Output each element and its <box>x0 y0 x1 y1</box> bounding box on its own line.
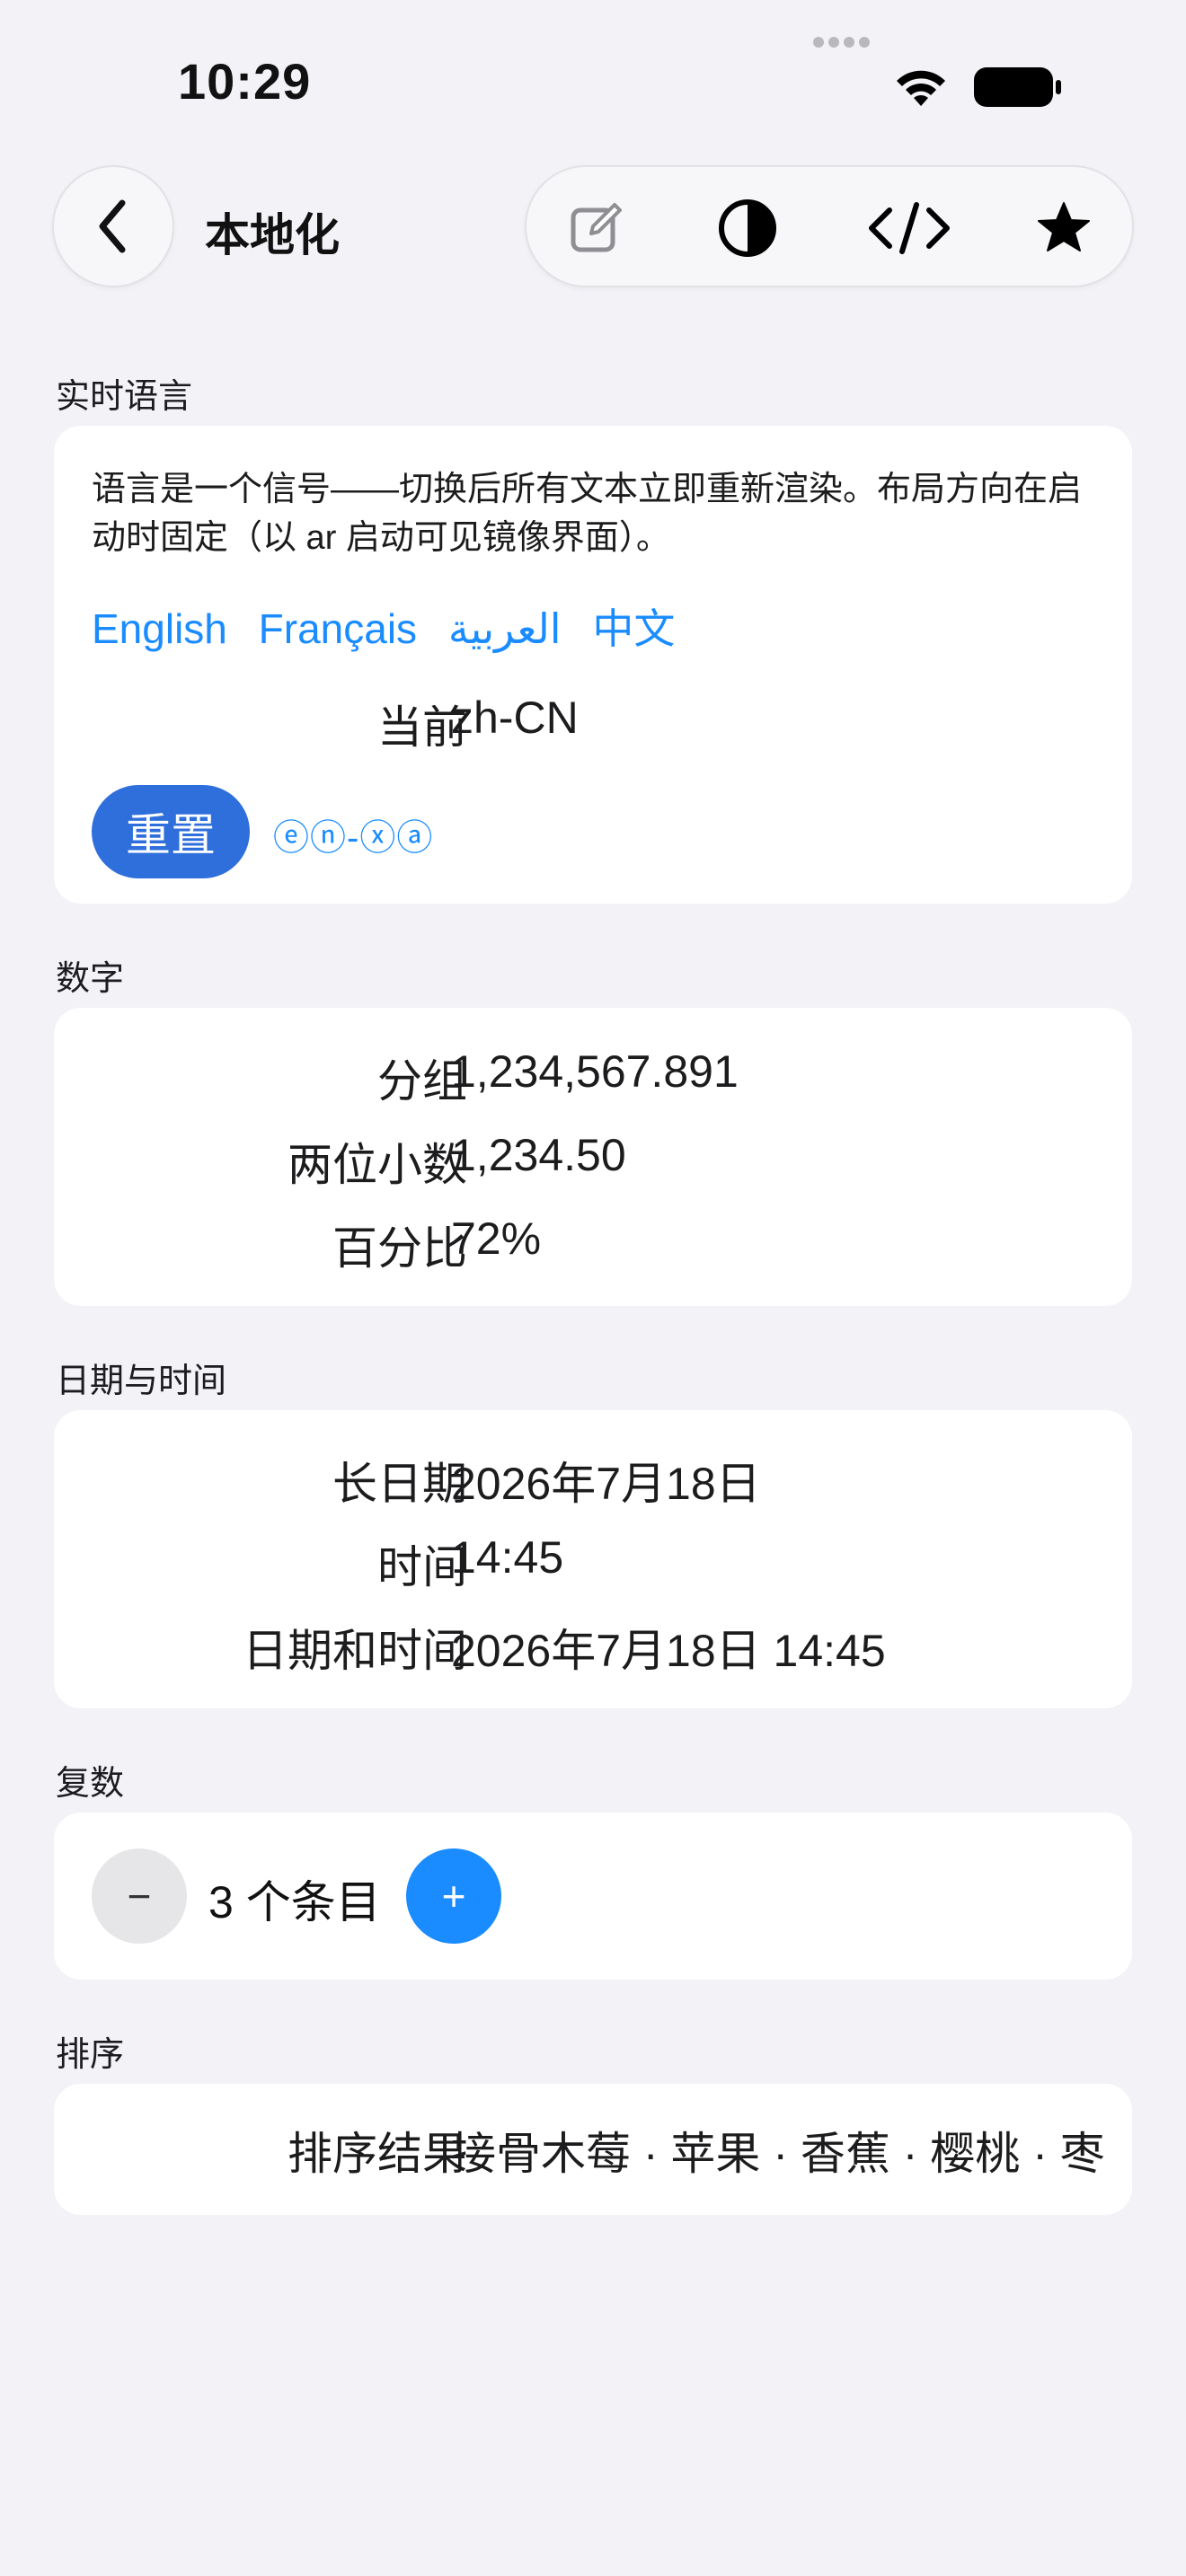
number-row-two-decimals: 两位小数 1,234.50 <box>54 1129 1132 1192</box>
chevron-left-icon <box>99 199 126 253</box>
reset-button[interactable]: 重置 <box>92 785 250 878</box>
section-label-live-language: 实时语言 <box>56 378 193 416</box>
row-key: 日期和时间 <box>243 1626 467 1676</box>
row-value: 2026年7月18日 14:45 <box>451 1626 886 1676</box>
number-row-grouping: 分组 1,234,567.891 <box>54 1045 1132 1108</box>
date-time-card: 长日期 2026年7月18日 时间 14:45 日期和时间 2026年7月18日… <box>54 1410 1132 1708</box>
numbers-card: 分组 1,234,567.891 两位小数 1,234.50 百分比 72% <box>54 1008 1132 1306</box>
section-label-plurals: 复数 <box>56 1765 125 1803</box>
row-value: 2026年7月18日 <box>451 1459 761 1509</box>
language-description: 语言是一个信号——切换后所有文本立即重新渲染。布局方向在启动时固定（以 ar 启… <box>92 471 1083 557</box>
toolbar <box>525 165 1134 287</box>
favorite-button[interactable] <box>1030 194 1098 262</box>
current-language-value: zh-CN <box>451 693 579 743</box>
row-key: 两位小数 <box>288 1140 467 1190</box>
status-time: 10:29 <box>178 53 312 110</box>
language-link-english[interactable]: English <box>92 605 227 652</box>
plurals-card: − 3 个条目 + <box>54 1813 1132 1980</box>
row-key: 百分比 <box>332 1223 467 1274</box>
language-link-arabic[interactable]: العربية <box>448 605 562 652</box>
back-button[interactable] <box>52 165 174 287</box>
language-links: English Français العربية 中文 <box>92 596 695 656</box>
row-value: 72% <box>451 1213 542 1264</box>
date-row-date-time: 日期和时间 2026年7月18日 14:45 <box>54 1615 1132 1678</box>
edit-icon <box>571 203 622 252</box>
page-title: 本地化 <box>205 210 340 260</box>
current-language-row: 当前 zh-CN <box>54 692 1132 754</box>
view-source-button[interactable] <box>864 194 954 262</box>
star-icon <box>1038 202 1090 251</box>
battery-icon <box>974 66 1064 115</box>
contrast-icon <box>719 199 776 257</box>
number-row-percent: 百分比 72% <box>54 1213 1132 1275</box>
edit-button[interactable] <box>562 194 631 262</box>
appearance-toggle-button[interactable] <box>713 194 782 262</box>
sort-result-row: 排序结果 接骨木莓 · 苹果 · 香蕉 · 樱桃 · 枣 <box>54 2118 1132 2181</box>
signal-dots-icon <box>813 36 876 49</box>
language-link-french[interactable]: Français <box>259 605 417 652</box>
section-label-date-time: 日期与时间 <box>56 1363 227 1400</box>
language-link-chinese[interactable]: 中文 <box>592 605 675 652</box>
row-value: 接骨木莓 · 苹果 · 香蕉 · 樱桃 · 枣 <box>451 2129 1105 2179</box>
decrement-button[interactable]: − <box>92 1848 187 1944</box>
pseudo-locale-link[interactable]: ⓔⓝ-ⓧⓐ <box>273 808 433 860</box>
row-value: 1,234,567.891 <box>451 1046 739 1097</box>
code-icon <box>869 202 950 254</box>
row-value: 14:45 <box>451 1532 564 1583</box>
row-key: 长日期 <box>332 1459 467 1509</box>
live-language-card: 语言是一个信号——切换后所有文本立即重新渲染。布局方向在启动时固定（以 ar 启… <box>54 426 1132 904</box>
section-label-numbers: 数字 <box>56 960 125 998</box>
row-key: 排序结果 <box>288 2129 467 2179</box>
wifi-icon <box>890 65 952 114</box>
date-row-long-date: 长日期 2026年7月18日 <box>54 1448 1132 1511</box>
item-count: 3 个条目 <box>208 1877 381 1928</box>
sorting-card: 排序结果 接骨木莓 · 苹果 · 香蕉 · 樱桃 · 枣 <box>54 2084 1132 2215</box>
section-label-sorting: 排序 <box>56 2036 125 2074</box>
increment-button[interactable]: + <box>406 1848 501 1944</box>
row-value: 1,234.50 <box>451 1130 626 1180</box>
date-row-time: 时间 14:45 <box>54 1531 1132 1594</box>
